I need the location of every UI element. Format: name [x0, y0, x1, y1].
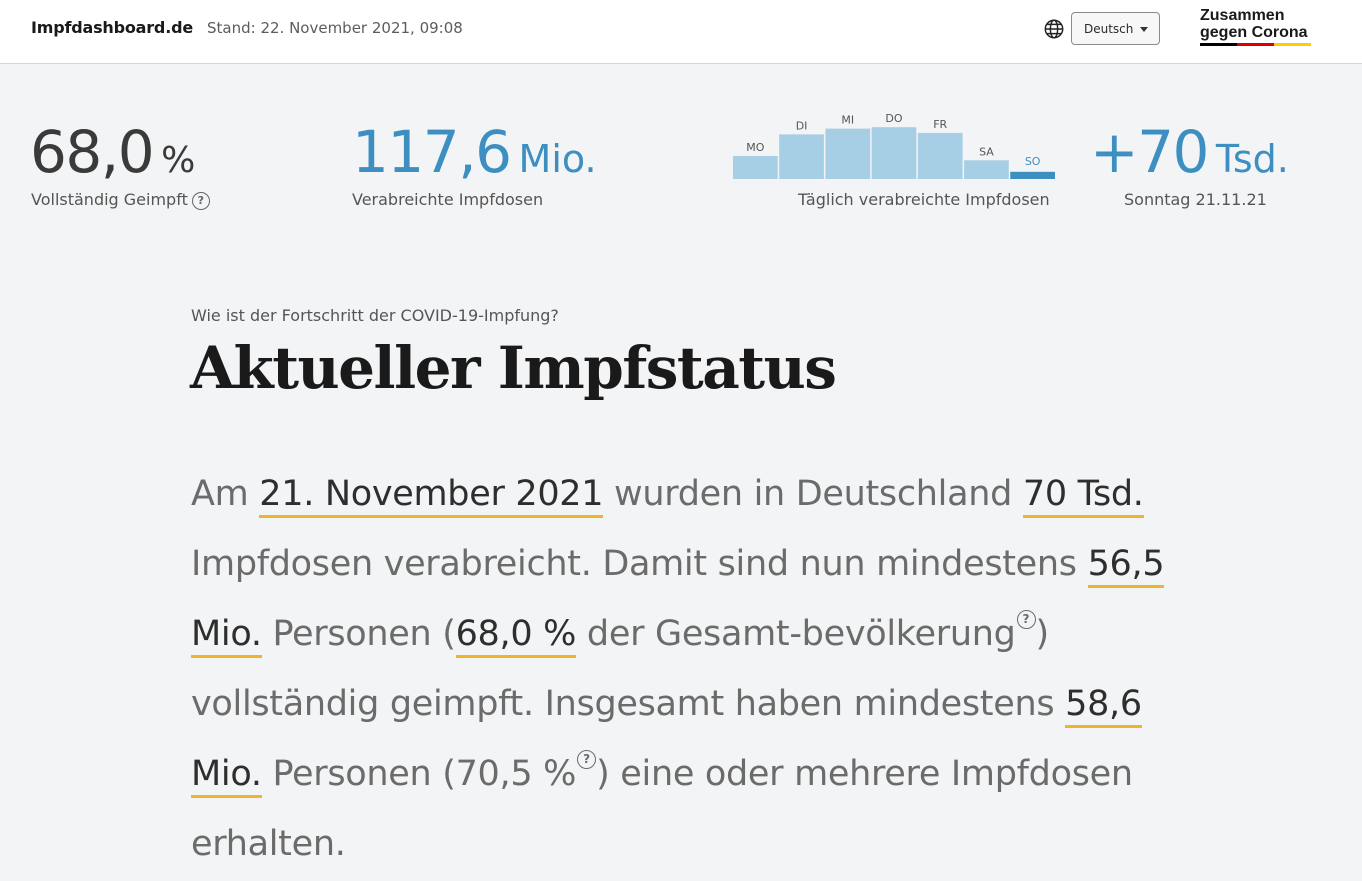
fully-vaccinated-label: Vollständig Geimpft — [31, 190, 188, 209]
chart-bar-fr — [917, 132, 963, 179]
doses-value: 117,6 — [352, 118, 512, 186]
doses-stat: 117,6 Mio. — [352, 118, 597, 186]
daily-doses-label: Täglich verabreichte Impfdosen — [798, 190, 1050, 209]
highlight-fully-vaccinated-percent: 68,0 % — [455, 614, 576, 658]
language-select-value: Deutsch — [1084, 21, 1134, 36]
chart-bar-mo — [733, 155, 778, 179]
site-brand-link[interactable]: Impfdashboard.de — [31, 18, 193, 37]
chart-label-mo: MO — [746, 141, 764, 154]
chart-label-fr: FR — [933, 118, 947, 131]
chart-label-di: DI — [796, 119, 808, 132]
latest-daily-value: +70 — [1090, 118, 1209, 186]
text-segment: Impfdosen verabreicht. Damit sind nun mi… — [191, 544, 1088, 584]
fully-vaccinated-value: 68,0 — [30, 118, 155, 186]
fully-vaccinated-stat: 68,0% — [30, 118, 195, 186]
globe-icon[interactable] — [1043, 18, 1065, 40]
chevron-down-icon — [1140, 27, 1148, 32]
page-title: Aktueller Impfstatus — [190, 334, 837, 402]
text-segment: Am — [191, 474, 260, 514]
chart-label-mi: MI — [841, 114, 854, 127]
help-icon[interactable]: ? — [577, 750, 597, 769]
data-timestamp: Stand: 22. November 2021, 09:08 — [207, 19, 463, 37]
language-select[interactable]: Deutsch — [1071, 12, 1160, 45]
chart-bar-so — [1010, 171, 1055, 179]
text-segment: Personen (70,5 % — [261, 754, 577, 794]
logo-line-1: Zusammen — [1200, 7, 1285, 24]
chart-label-sa: SA — [979, 145, 994, 158]
zusammen-gegen-corona-logo[interactable]: Zusammen gegen Corona — [1200, 7, 1311, 46]
latest-daily-stat: +70 Tsd. — [1090, 118, 1289, 186]
doses-label: Verabreichte Impfdosen — [352, 190, 544, 209]
highlight-daily-doses: 70 Tsd. — [1022, 474, 1144, 518]
logo-line-2: gegen Corona — [1200, 24, 1308, 41]
daily-doses-chart: MO DI MI DO FR SA SO — [733, 112, 1055, 179]
text-segment: Personen ( — [261, 614, 456, 654]
chart-bar-mi — [825, 128, 871, 179]
help-icon[interactable]: ? — [1016, 610, 1036, 629]
status-paragraph: Am 21. November 2021 wurden in Deutschla… — [191, 459, 1201, 879]
text-segment: der Gesamt-bevölkerung — [576, 614, 1016, 654]
highlight-date: 21. November 2021 — [259, 474, 604, 518]
chart-bar-di — [779, 134, 824, 179]
chart-bar-sa — [964, 160, 1009, 179]
fully-vaccinated-label-row: Vollständig Geimpft? — [31, 190, 210, 210]
fully-vaccinated-unit: % — [161, 140, 196, 181]
doses-unit: Mio. — [518, 137, 597, 181]
help-icon[interactable]: ? — [191, 192, 210, 210]
section-kicker: Wie ist der Fortschritt der COVID-19-Imp… — [191, 306, 559, 325]
chart-bar-do — [871, 127, 917, 179]
text-segment: wurden in Deutschland — [603, 474, 1023, 514]
logo-stripe — [1200, 43, 1311, 46]
top-bar: Impfdashboard.de Stand: 22. November 202… — [0, 0, 1362, 64]
chart-label-do: DO — [885, 112, 902, 125]
chart-label-so: SO — [1025, 155, 1041, 168]
latest-daily-date: Sonntag 21.11.21 — [1124, 190, 1267, 209]
latest-daily-unit: Tsd. — [1215, 137, 1289, 181]
